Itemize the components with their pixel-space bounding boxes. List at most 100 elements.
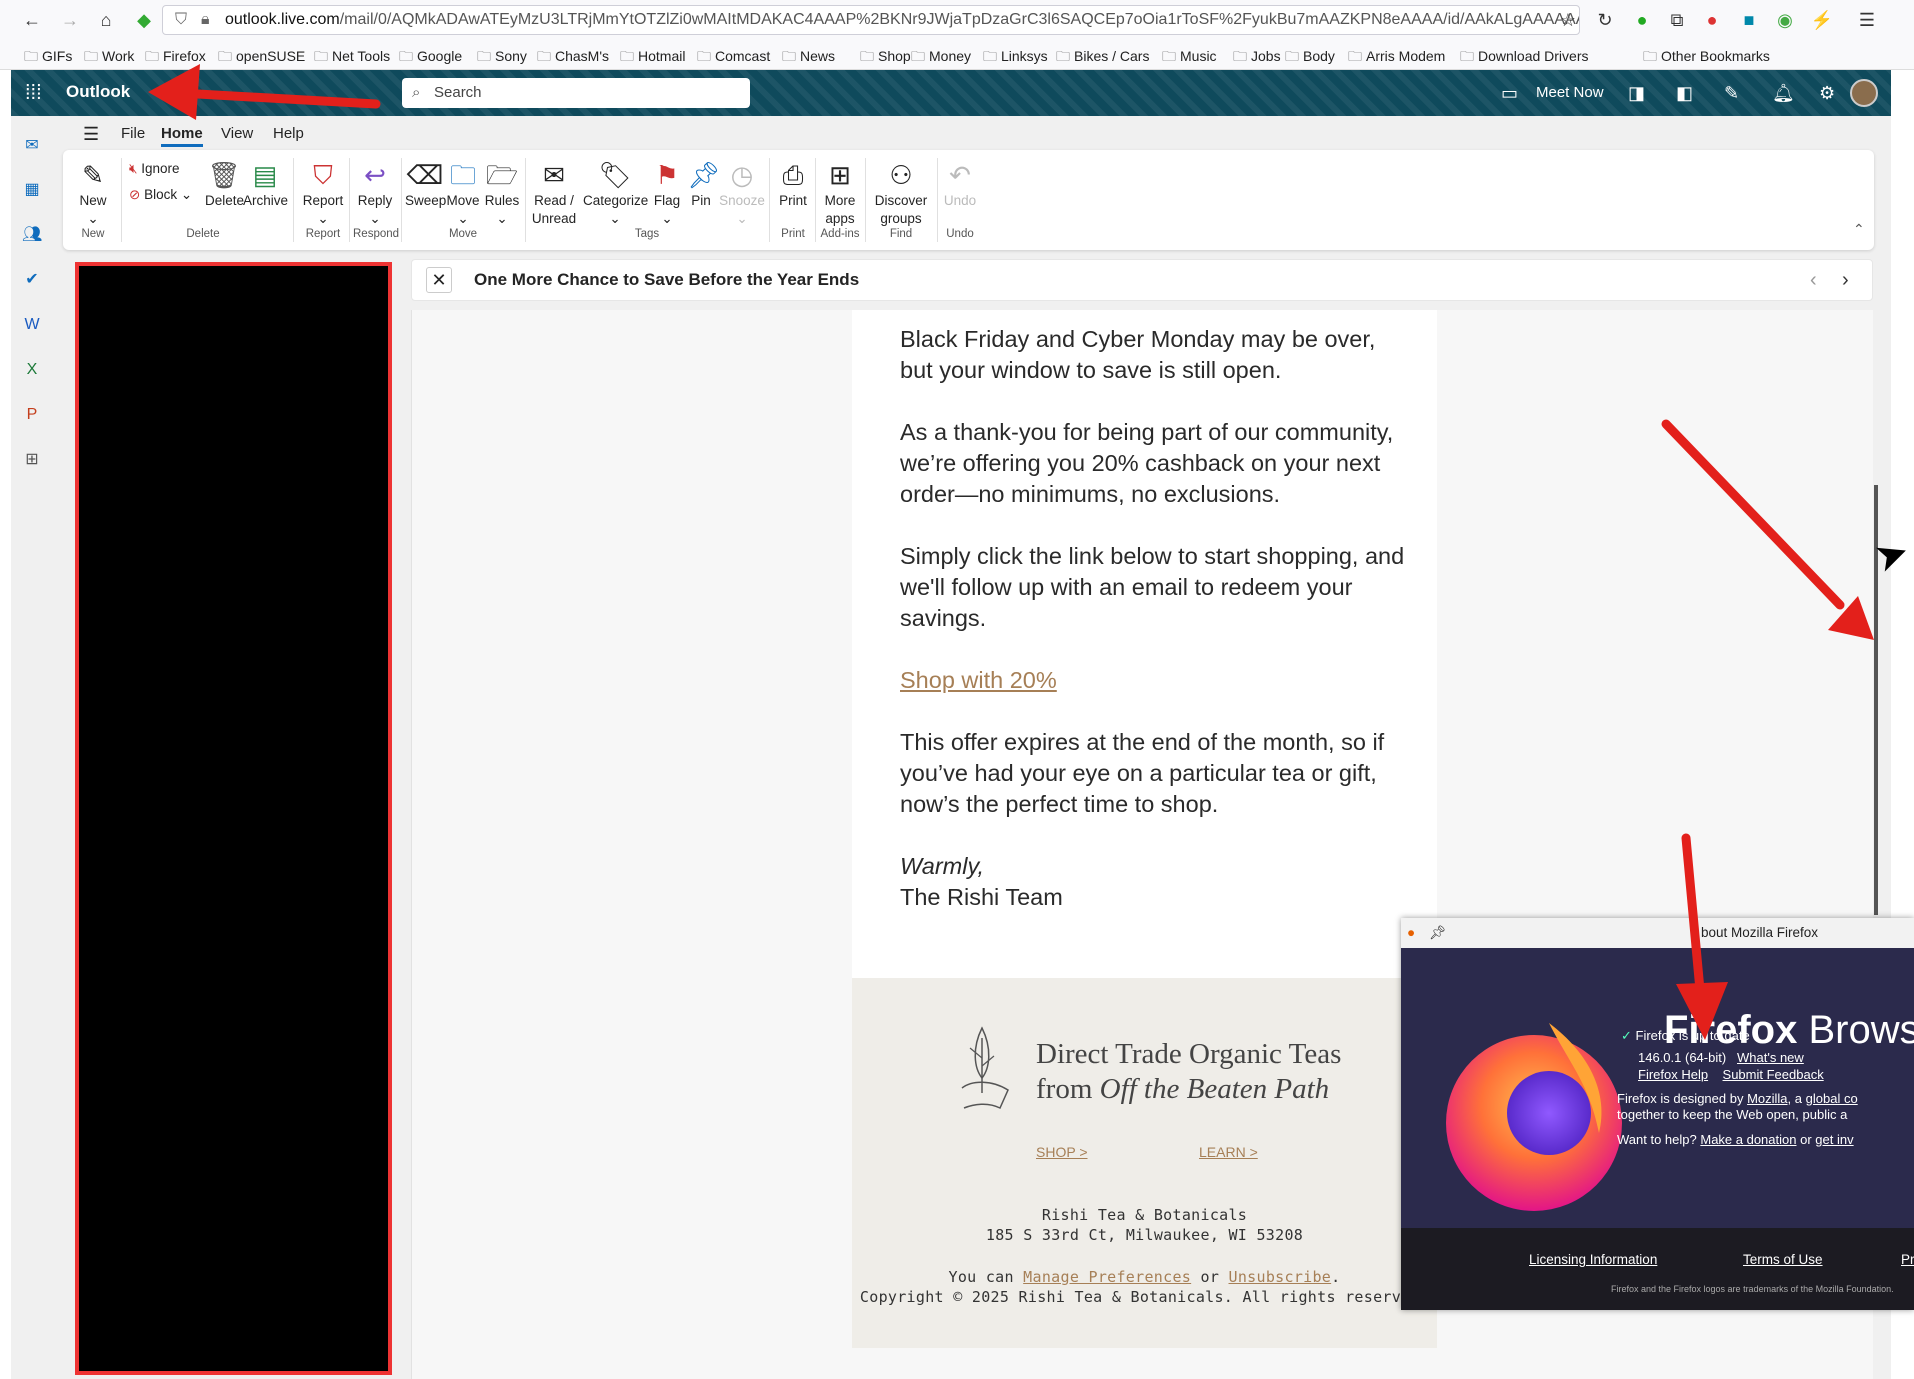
star-icon[interactable]: ☆ <box>1556 8 1580 32</box>
reload-icon[interactable]: ↻ <box>1593 8 1617 32</box>
app-launcher-icon[interactable]: ⁞⁞⁞ <box>25 83 45 103</box>
forward-icon[interactable]: → <box>58 8 82 32</box>
reply-button[interactable]: ↩ Reply ⌄ <box>353 158 397 228</box>
bookmark-item[interactable]: 🗀︎ Work <box>84 46 134 70</box>
gear-icon[interactable]: ⚙ <box>1819 83 1835 104</box>
move-button[interactable]: 🗀︎ Move ⌄ <box>443 158 483 228</box>
learn-footer-link[interactable]: LEARN > <box>1199 1144 1258 1160</box>
powerpoint-icon[interactable]: P <box>22 405 42 425</box>
more-apps-icon[interactable]: ⊞ <box>22 450 42 470</box>
delete-button[interactable]: 🗑︎ Delete <box>205 158 244 210</box>
meet-now-button[interactable]: Meet Now <box>1536 84 1604 101</box>
excel-icon[interactable]: X <box>22 360 42 380</box>
bookmark-item[interactable]: 🗀︎ GIFs <box>24 46 72 70</box>
word-icon[interactable]: W <box>22 315 42 335</box>
undo-button[interactable]: ↶ Undo <box>943 158 977 210</box>
bell-icon[interactable]: 🔔︎ <box>1772 83 1795 104</box>
bookmark-item[interactable]: 🗀︎ Linksys <box>983 46 1048 70</box>
bookmark-item[interactable]: 🗀︎ Arris Modem <box>1348 46 1445 70</box>
report-button[interactable]: ⛉ Report ⌄ <box>301 158 345 228</box>
global-community-link[interactable]: global co <box>1806 1091 1858 1106</box>
next-icon[interactable]: › <box>1842 260 1849 300</box>
bookmark-item[interactable]: 🗀︎ Google <box>399 46 462 70</box>
avatar[interactable] <box>1850 79 1878 107</box>
bookmark-item[interactable]: 🗀︎ Net Tools <box>314 46 390 70</box>
bookmark-item[interactable]: 🗀︎ Body <box>1285 46 1335 70</box>
mozilla-link[interactable]: Mozilla <box>1747 1091 1787 1106</box>
extension-red-icon[interactable]: ● <box>1700 8 1724 32</box>
archive-button[interactable]: ▤ Archive <box>243 158 288 210</box>
extension-blue-icon[interactable]: ■ <box>1737 8 1761 32</box>
todo-icon[interactable]: ✔ <box>22 270 42 290</box>
print-button[interactable]: ⎙ Print <box>775 158 811 210</box>
bookmark-item[interactable]: 🗀︎ Download Drivers <box>1460 46 1588 70</box>
bookmark-item[interactable]: 🗀︎ ChasM's <box>537 46 609 70</box>
pin-icon[interactable]: 📌︎ <box>1429 918 1446 948</box>
categorize-button[interactable]: 🏷︎ Categorize ⌄ <box>583 158 648 228</box>
extension-icon[interactable]: ◆ <box>132 8 156 32</box>
donation-link[interactable]: Make a donation <box>1700 1132 1796 1147</box>
pin-button[interactable]: 📌︎ Pin <box>687 158 720 210</box>
bookmark-item[interactable]: 🗀︎ Other Bookmarks <box>1643 46 1770 70</box>
bookmark-item[interactable]: 🗀︎ openSUSE <box>218 46 305 70</box>
shop-link[interactable]: Shop with 20% <box>900 667 1057 693</box>
bookmark-item[interactable]: 🗀︎ Firefox <box>145 46 206 70</box>
previous-icon[interactable]: ‹ <box>1810 260 1817 300</box>
extension-green-icon[interactable]: ● <box>1630 8 1654 32</box>
teams-icon[interactable]: ◨ <box>1628 83 1645 104</box>
extension-feather-icon[interactable]: ⚡ <box>1810 8 1834 32</box>
snooze-button[interactable]: ◷ Snooze ⌄ <box>719 158 765 228</box>
flag-button[interactable]: ⚑ Flag ⌄ <box>651 158 683 228</box>
privacy-link[interactable]: Pr <box>1901 1252 1914 1267</box>
office-icon[interactable]: ◧ <box>1676 83 1693 104</box>
bookmark-item[interactable]: 🗀︎ Hotmail <box>620 46 685 70</box>
manage-preferences-link[interactable]: Manage Preferences <box>1023 1268 1191 1286</box>
notes-icon[interactable]: ✎ <box>1724 83 1739 104</box>
bookmark-item[interactable]: 🗀︎ Sony <box>477 46 527 70</box>
firefox-help-link[interactable]: Firefox Help <box>1638 1067 1708 1082</box>
discover-groups-button[interactable]: ⚇ Discover groups <box>869 158 933 228</box>
mail-icon[interactable]: ✉ <box>22 136 42 156</box>
read-unread-button[interactable]: ✉ Read / Unread <box>529 158 579 228</box>
bookmark-item[interactable]: 🗀︎ Jobs <box>1233 46 1281 70</box>
ignore-icon: 🔇︎ <box>129 161 142 176</box>
tab-file[interactable]: File <box>121 125 145 142</box>
terms-link[interactable]: Terms of Use <box>1743 1252 1823 1267</box>
url-bar[interactable]: ⛉ 🔒︎ outlook.live.com/mail/0/AQMkADAwATE… <box>162 5 1580 35</box>
licensing-link[interactable]: Licensing Information <box>1529 1252 1657 1267</box>
puzzle-icon[interactable]: ⧉ <box>1665 8 1689 32</box>
sweep-button[interactable]: ⌫ Sweep <box>405 158 446 210</box>
block-button[interactable]: ⊘ Block ⌄ <box>129 186 192 204</box>
close-icon[interactable]: ✕ <box>426 267 452 293</box>
people-icon[interactable]: 👥︎ <box>22 225 42 245</box>
folder-icon: 🗀︎ <box>1056 48 1070 64</box>
calendar-icon[interactable]: ▦ <box>22 180 42 200</box>
shop-footer-link[interactable]: SHOP > <box>1036 1144 1088 1160</box>
bookmark-item[interactable]: 🗀︎ Money <box>911 46 971 70</box>
ignore-button[interactable]: 🔇︎ Ignore <box>129 160 180 178</box>
back-icon[interactable]: ← <box>20 8 44 32</box>
bookmark-item[interactable]: 🗀︎ News <box>782 46 835 70</box>
app-title[interactable]: Outlook <box>66 82 130 102</box>
bookmark-item[interactable]: 🗀︎ Shop <box>860 46 911 70</box>
hamburger-icon[interactable]: ☰ <box>83 124 99 145</box>
extension-circle-icon[interactable]: ◉ <box>1773 8 1797 32</box>
new-button[interactable]: ✎ New ⌄ <box>73 158 113 228</box>
video-icon[interactable]: ▭ <box>1501 83 1518 104</box>
tab-help[interactable]: Help <box>273 125 304 142</box>
bookmark-item[interactable]: 🗀︎ Music <box>1162 46 1217 70</box>
tab-view[interactable]: View <box>221 125 253 142</box>
whats-new-link[interactable]: What's new <box>1737 1050 1804 1065</box>
get-involved-link[interactable]: get inv <box>1815 1132 1853 1147</box>
bookmark-item[interactable]: 🗀︎ Bikes / Cars <box>1056 46 1149 70</box>
collapse-ribbon-icon[interactable]: ⌃ <box>1853 220 1865 238</box>
submit-feedback-link[interactable]: Submit Feedback <box>1723 1067 1824 1082</box>
bookmark-item[interactable]: 🗀︎ Comcast <box>697 46 770 70</box>
menu-icon[interactable]: ☰ <box>1855 8 1879 32</box>
tab-home[interactable]: Home <box>161 125 203 147</box>
unsubscribe-link[interactable]: Unsubscribe <box>1229 1268 1332 1286</box>
more-apps-button[interactable]: ⊞ More apps <box>819 158 861 228</box>
search-input[interactable]: ⌕ Search <box>402 78 750 108</box>
home-icon[interactable]: ⌂ <box>94 8 118 32</box>
rules-button[interactable]: 🗁︎ Rules ⌄ <box>483 158 521 228</box>
